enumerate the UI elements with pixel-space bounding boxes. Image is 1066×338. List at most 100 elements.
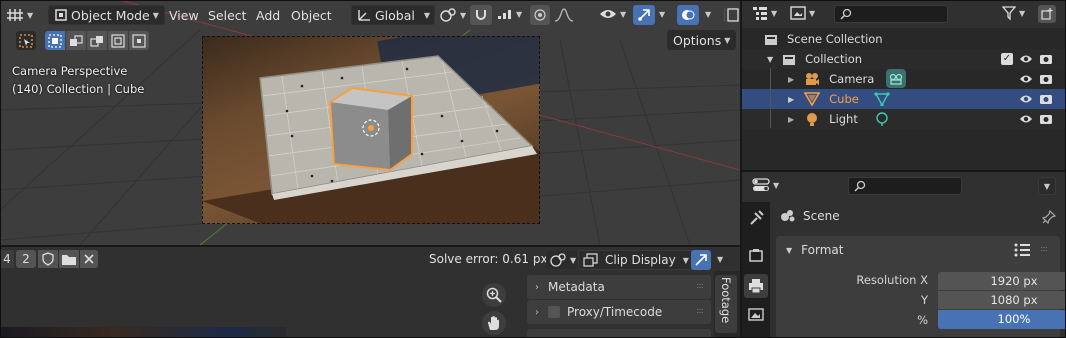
resolution-y-field[interactable]: 1080 px [938,291,1066,309]
display-mode-dropdown[interactable]: ▼ [790,6,815,20]
drag-handle-icon[interactable]: :::: [696,306,704,315]
extend-selection-button[interactable] [66,31,86,50]
header-divider [724,8,725,22]
resolution-percent-slider[interactable]: 100% [938,310,1066,329]
mode-selector[interactable]: Object Mode ▼ [48,5,165,25]
menu-object[interactable]: Object [291,8,332,23]
resolution-y-label: Y [920,293,928,307]
outliner-row-scene-collection[interactable]: Scene Collection [742,29,1066,49]
tab-view-layer[interactable] [744,302,768,326]
tool-icon [750,210,764,225]
unlink-clip-button[interactable] [80,250,98,268]
scene-label: Scene [803,209,840,223]
properties-options-dropdown[interactable]: ▼ [1038,177,1056,195]
xray-icon[interactable] [727,8,739,22]
view-layer-icon [748,308,764,321]
snap-target-button[interactable]: ▼ [497,7,522,21]
presets-icon[interactable] [1014,243,1030,257]
pivot-point-button[interactable]: ▼ [439,7,466,23]
zoom-icon [486,287,502,303]
viewport[interactable]: ▼ Object Mode ▼ View Select Add Object G… [0,0,740,245]
light-data-icon[interactable] [874,112,890,126]
tab-4[interactable]: 4 [0,250,14,268]
include-checkbox[interactable]: ✓ [1001,53,1013,65]
extend-selection-icon [70,34,83,46]
drag-handle-icon[interactable]: :::: [1040,244,1048,253]
transform-orientation-selector[interactable]: Global ▼ [351,5,436,25]
clip-footage-preview [0,327,286,338]
expand-arrow-icon[interactable]: ▶ [788,75,794,84]
outliner-row-camera[interactable]: ▶ Camera [742,69,1066,89]
clip-gizmo-toggle[interactable] [691,250,711,270]
tab-tool[interactable] [744,206,768,230]
fake-user-button[interactable] [38,250,58,268]
eye-icon[interactable] [1019,113,1033,125]
overlays-icon [682,10,695,20]
camera-render-icon[interactable] [1039,113,1053,125]
camera-render-icon[interactable] [1039,53,1053,65]
tab-footage[interactable]: Footage [715,275,737,333]
mesh-data-icon[interactable] [874,92,890,106]
intersect-selection-button[interactable] [129,31,149,50]
next-panel-header[interactable] [527,329,711,338]
clip-canvas[interactable] [0,271,520,338]
format-panel-header[interactable]: ▼ Format :::: [776,236,1060,264]
resolution-x-field[interactable]: 1920 px [938,272,1066,290]
editor-type-button[interactable]: ▼ [6,7,33,23]
pivot-dropdown[interactable]: ▼ [546,251,580,269]
gizmo-toggle[interactable] [633,5,655,25]
shield-icon [42,252,54,266]
pin-icon[interactable] [1042,210,1056,224]
expand-arrow-icon[interactable]: ▶ [788,115,794,124]
outliner-editor-type[interactable]: ▼ [752,6,777,20]
overlays-toggle[interactable] [677,5,699,25]
active-tool-button[interactable] [16,31,36,50]
menu-view[interactable]: View [169,8,199,23]
outliner-row-cube[interactable]: ▶ Cube [742,89,1066,109]
proxy-enable-checkbox[interactable] [548,306,560,318]
drag-handle-icon[interactable]: :::: [696,281,704,290]
camera-render-icon[interactable] [1039,73,1053,85]
properties-search-input[interactable] [848,177,962,195]
falloff-curve-icon[interactable] [554,7,574,23]
expand-arrow-icon[interactable]: ▼ [767,55,773,64]
new-collection-button[interactable] [1038,5,1056,23]
outliner-row-collection[interactable]: ▼ Collection ✓ [742,49,1066,69]
format-panel-title: Format [801,243,844,257]
open-clip-button[interactable] [59,250,79,268]
properties-editor-type[interactable]: ▼ [752,178,779,192]
collection-label: Collection [805,52,863,66]
snap-toggle[interactable] [470,5,492,25]
chevron-down-icon[interactable]: ▼ [659,10,665,19]
subtract-selection-button[interactable] [87,31,107,50]
visibility-button[interactable]: ▼ [599,7,626,21]
chevron-down-icon[interactable]: ▼ [705,10,711,19]
outliner-row-light[interactable]: ▶ Light [742,109,1066,129]
camera-data-icon[interactable] [886,69,906,88]
menu-select[interactable]: Select [208,8,247,23]
eye-icon[interactable] [1019,53,1033,65]
tab-2[interactable]: 2 [16,250,36,268]
proportional-edit-toggle[interactable] [530,5,550,25]
proxy-timecode-panel-header[interactable]: › Proxy/Timecode :::: [527,300,711,324]
pan-button[interactable] [482,311,506,335]
tab-render[interactable] [744,244,768,268]
clip-display-dropdown[interactable]: Clip Display ▼ [578,250,694,270]
outliner-search-input[interactable] [834,5,948,23]
filter-dropdown[interactable]: ▼ [1002,6,1025,20]
set-selection-button[interactable] [45,31,65,50]
tab-output[interactable] [744,274,768,298]
scene-icon [781,210,795,222]
eye-icon[interactable] [1019,93,1033,105]
metadata-panel-header[interactable]: › Metadata :::: [527,275,711,299]
chevron-down-icon[interactable]: ▼ [717,255,723,264]
options-button[interactable]: Options ▼ [667,30,737,50]
eye-icon[interactable] [1019,73,1033,85]
outliner-item-label: Light [829,112,858,126]
menu-add[interactable]: Add [256,8,280,23]
camera-render-icon[interactable] [1039,93,1053,105]
expand-arrow-icon[interactable]: ▶ [788,95,794,104]
object-gizmo-icon [7,9,23,21]
invert-selection-button[interactable] [108,31,128,50]
zoom-button[interactable] [482,283,506,307]
